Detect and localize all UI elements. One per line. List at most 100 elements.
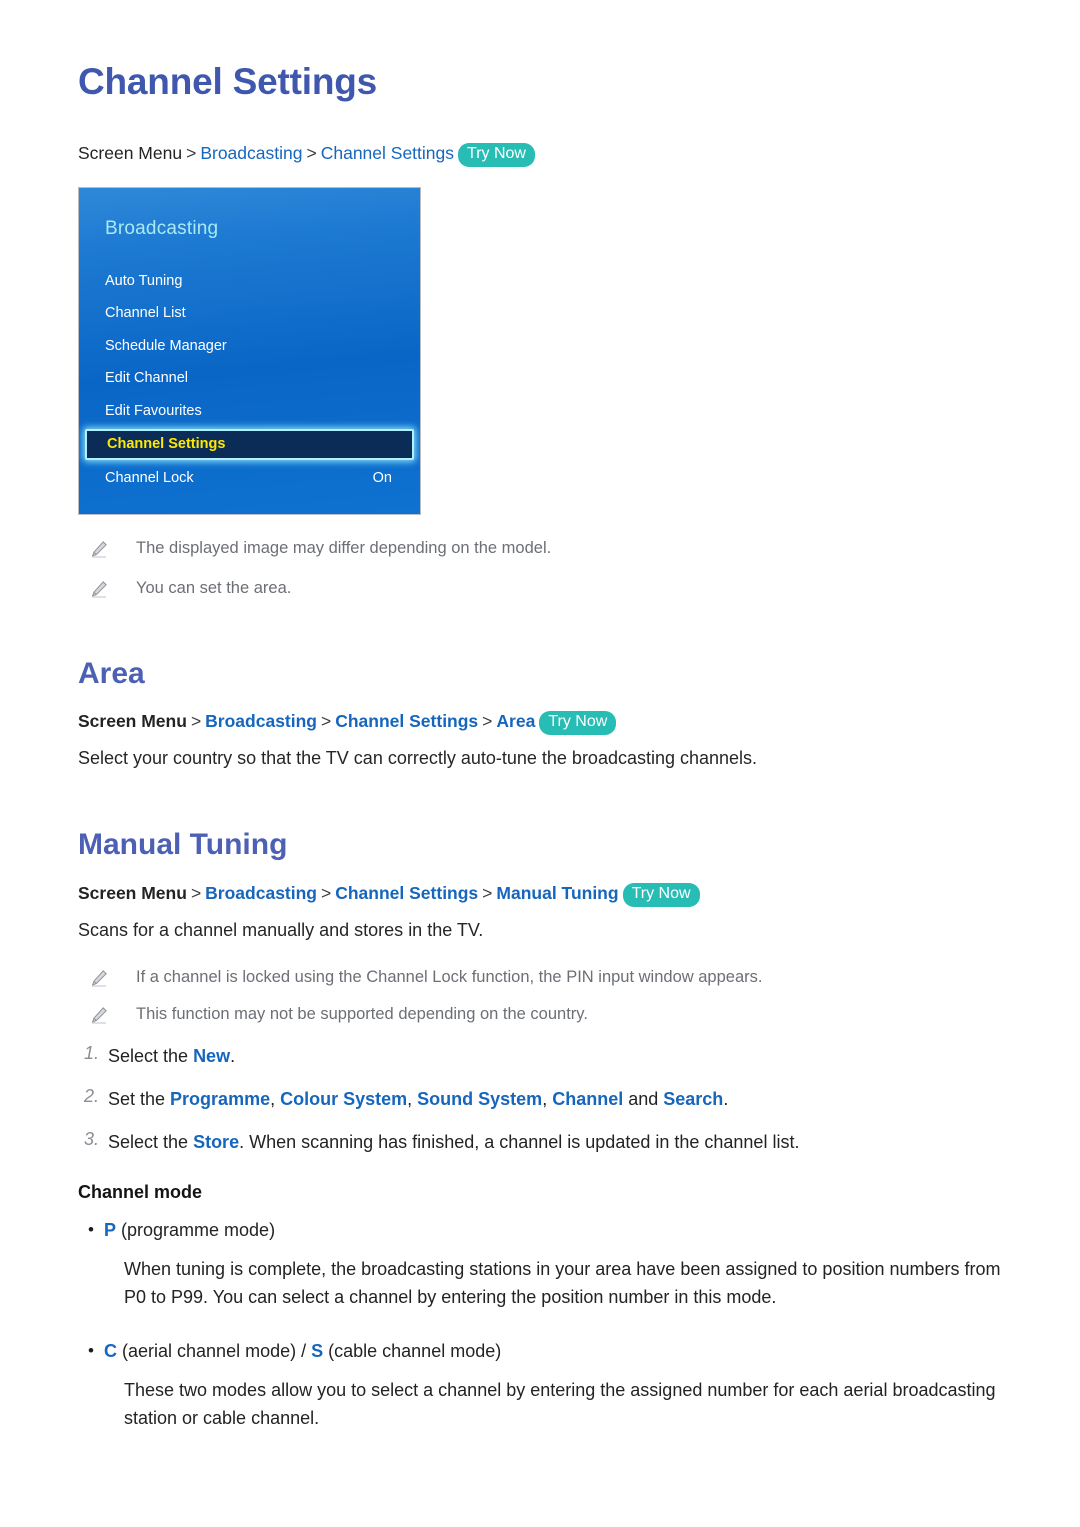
breadcrumb-manual-tuning: Screen Menu > Broadcasting > Channel Setting…: [78, 881, 1002, 907]
step-text: Select the New.: [108, 1043, 235, 1070]
pencil-icon: [90, 580, 108, 598]
breadcrumb-separator: >: [482, 711, 493, 732]
pencil-icon: [90, 1006, 108, 1024]
manual-tuning-steps: 1. Select the New. 2. Set the Programme,…: [78, 1043, 1002, 1156]
step-text-part: ,: [407, 1089, 418, 1110]
list-item: 3. Select the Store. When scanning has f…: [78, 1129, 1002, 1156]
mode-description: When tuning is complete, the broadcastin…: [124, 1259, 1001, 1307]
breadcrumb-area: Screen Menu > Broadcasting > Channel Setting…: [78, 709, 1002, 736]
note-text: You can set the area.: [136, 578, 292, 597]
step-text-part: and: [623, 1089, 664, 1110]
note-text: This function may not be supported depen…: [136, 1005, 588, 1024]
mode-keyword-c: C: [104, 1340, 117, 1361]
breadcrumb-link-channel-settings[interactable]: Channel Settings: [335, 711, 478, 731]
tv-menu-item-channel-settings[interactable]: Channel Settings: [85, 429, 414, 461]
breadcrumb-link-area[interactable]: Area: [496, 711, 535, 731]
tv-menu-item-label: Edit Favourites: [105, 402, 202, 419]
step-text-part: ,: [270, 1089, 281, 1110]
mode-label-part: (aerial channel mode) /: [117, 1340, 312, 1361]
tv-menu-item-edit-favourites[interactable]: Edit Favourites: [79, 395, 420, 428]
note-text: The displayed image may differ depending…: [136, 538, 552, 557]
breadcrumb-prefix: Screen Menu: [78, 711, 187, 732]
pencil-icon: [90, 969, 108, 987]
tv-menu-screenshot: Broadcasting Auto Tuning Channel List Sc…: [78, 186, 421, 515]
note-row: This function may not be supported depen…: [78, 1003, 1002, 1027]
breadcrumb-separator: >: [190, 882, 202, 903]
step-keyword-programme[interactable]: Programme: [170, 1089, 270, 1109]
tv-menu-item-label: Channel Lock: [105, 470, 194, 487]
tv-menu-item-auto-tuning[interactable]: Auto Tuning: [79, 265, 420, 298]
step-keyword-colour-system[interactable]: Colour System: [280, 1089, 407, 1109]
try-now-badge[interactable]: Try Now: [622, 882, 700, 907]
bullet-icon: •: [88, 1340, 94, 1360]
list-item: • P (programme mode) When tuning is comp…: [78, 1217, 1002, 1312]
step-number: 1.: [84, 1043, 100, 1064]
note-row: The displayed image may differ depending…: [78, 537, 1002, 561]
tv-menu-title: Broadcasting: [105, 217, 219, 239]
breadcrumb-prefix: Screen Menu: [78, 142, 183, 163]
try-now-badge[interactable]: Try Now: [458, 142, 535, 167]
mode-label: C (aerial channel mode) / S (cable chann…: [104, 1338, 501, 1365]
section-manual-tuning: Manual Tuning Screen Menu > Broadcasting > C…: [78, 828, 1002, 1432]
list-item: 2. Set the Programme, Colour System, Sou…: [78, 1086, 1002, 1113]
tv-menu-item-value: On: [372, 470, 392, 487]
breadcrumb-separator: >: [190, 711, 202, 732]
tv-menu-item-label: Channel List: [105, 305, 186, 322]
tv-menu-list: Auto Tuning Channel List Schedule Manage…: [79, 265, 420, 495]
step-text-part: .: [230, 1046, 236, 1067]
step-text-part: ,: [542, 1089, 553, 1110]
mode-label: P (programme mode): [104, 1217, 275, 1244]
breadcrumb-link-channel-settings[interactable]: Channel Settings: [321, 143, 454, 163]
step-keyword-store[interactable]: Store: [193, 1132, 239, 1152]
breadcrumb-link-broadcasting[interactable]: Broadcasting: [205, 883, 317, 903]
tv-menu-item-label: Auto Tuning: [105, 272, 183, 289]
note-row: If a channel is locked using the Channel…: [78, 966, 1002, 990]
tv-menu-item-channel-list[interactable]: Channel List: [79, 297, 420, 330]
section-heading-area: Area: [78, 656, 145, 690]
mode-label-part: (cable channel mode): [323, 1340, 502, 1361]
list-item: • C (aerial channel mode) / S (cable cha…: [78, 1338, 1002, 1433]
breadcrumb-separator: >: [482, 882, 493, 903]
breadcrumb-link-broadcasting[interactable]: Broadcasting: [205, 711, 317, 731]
mode-keyword-s: S: [311, 1340, 324, 1361]
step-text-part: . When scanning has finished, a channel …: [239, 1132, 800, 1153]
area-description: Select your country so that the TV can c…: [78, 748, 758, 769]
breadcrumb-separator: >: [321, 711, 332, 732]
breadcrumb-link-broadcasting[interactable]: Broadcasting: [200, 143, 302, 163]
breadcrumb-link-manual-tuning[interactable]: Manual Tuning: [496, 883, 618, 903]
pencil-icon: [90, 540, 108, 558]
page-title: Channel Settings: [78, 61, 377, 102]
step-keyword-search[interactable]: Search: [663, 1089, 723, 1109]
step-keyword-new[interactable]: New: [193, 1046, 230, 1066]
step-keyword-sound-system[interactable]: Sound System: [417, 1089, 542, 1109]
step-keyword-channel[interactable]: Channel: [552, 1089, 623, 1109]
subheading-channel-mode: Channel mode: [78, 1182, 203, 1203]
breadcrumb-prefix: Screen Menu: [78, 882, 187, 903]
note-list-manual: If a channel is locked using the Channel…: [78, 966, 1002, 1027]
try-now-badge[interactable]: Try Now: [539, 711, 617, 736]
mode-description: These two modes allow you to select a ch…: [124, 1379, 996, 1428]
tv-menu-item-label: Edit Channel: [105, 370, 189, 387]
tv-menu-item-schedule-manager[interactable]: Schedule Manager: [79, 330, 420, 363]
breadcrumb-separator: >: [306, 142, 317, 163]
tv-menu-item-label: Schedule Manager: [105, 337, 227, 354]
tv-menu-item-edit-channel[interactable]: Edit Channel: [79, 362, 420, 395]
tv-menu-item-label: Channel Settings: [107, 436, 226, 453]
note-row: You can set the area.: [78, 577, 1002, 601]
note-list-top: The displayed image may differ depending…: [78, 537, 1002, 601]
section-heading-manual-tuning: Manual Tuning: [78, 828, 288, 862]
tv-menu-item-channel-lock[interactable]: Channel Lock On: [79, 462, 420, 495]
channel-mode-list: • P (programme mode) When tuning is comp…: [78, 1217, 1002, 1433]
step-text-part: Set the: [108, 1089, 171, 1110]
document-page: Channel Settings Screen Menu > Broadcastin…: [0, 0, 1080, 1527]
step-number: 2.: [84, 1086, 100, 1107]
mode-label-part: (programme mode): [116, 1220, 276, 1241]
note-text: If a channel is locked using the Channel…: [136, 968, 763, 987]
bullet-icon: •: [88, 1220, 94, 1240]
breadcrumb-separator: >: [321, 882, 332, 903]
step-text-part: Select the: [108, 1132, 194, 1153]
step-text-part: .: [723, 1089, 729, 1110]
step-text-part: Select the: [108, 1046, 194, 1067]
section-area: Area Screen Menu > Broadcasting > Channel Se…: [78, 657, 1002, 773]
breadcrumb-link-channel-settings[interactable]: Channel Settings: [335, 883, 478, 903]
